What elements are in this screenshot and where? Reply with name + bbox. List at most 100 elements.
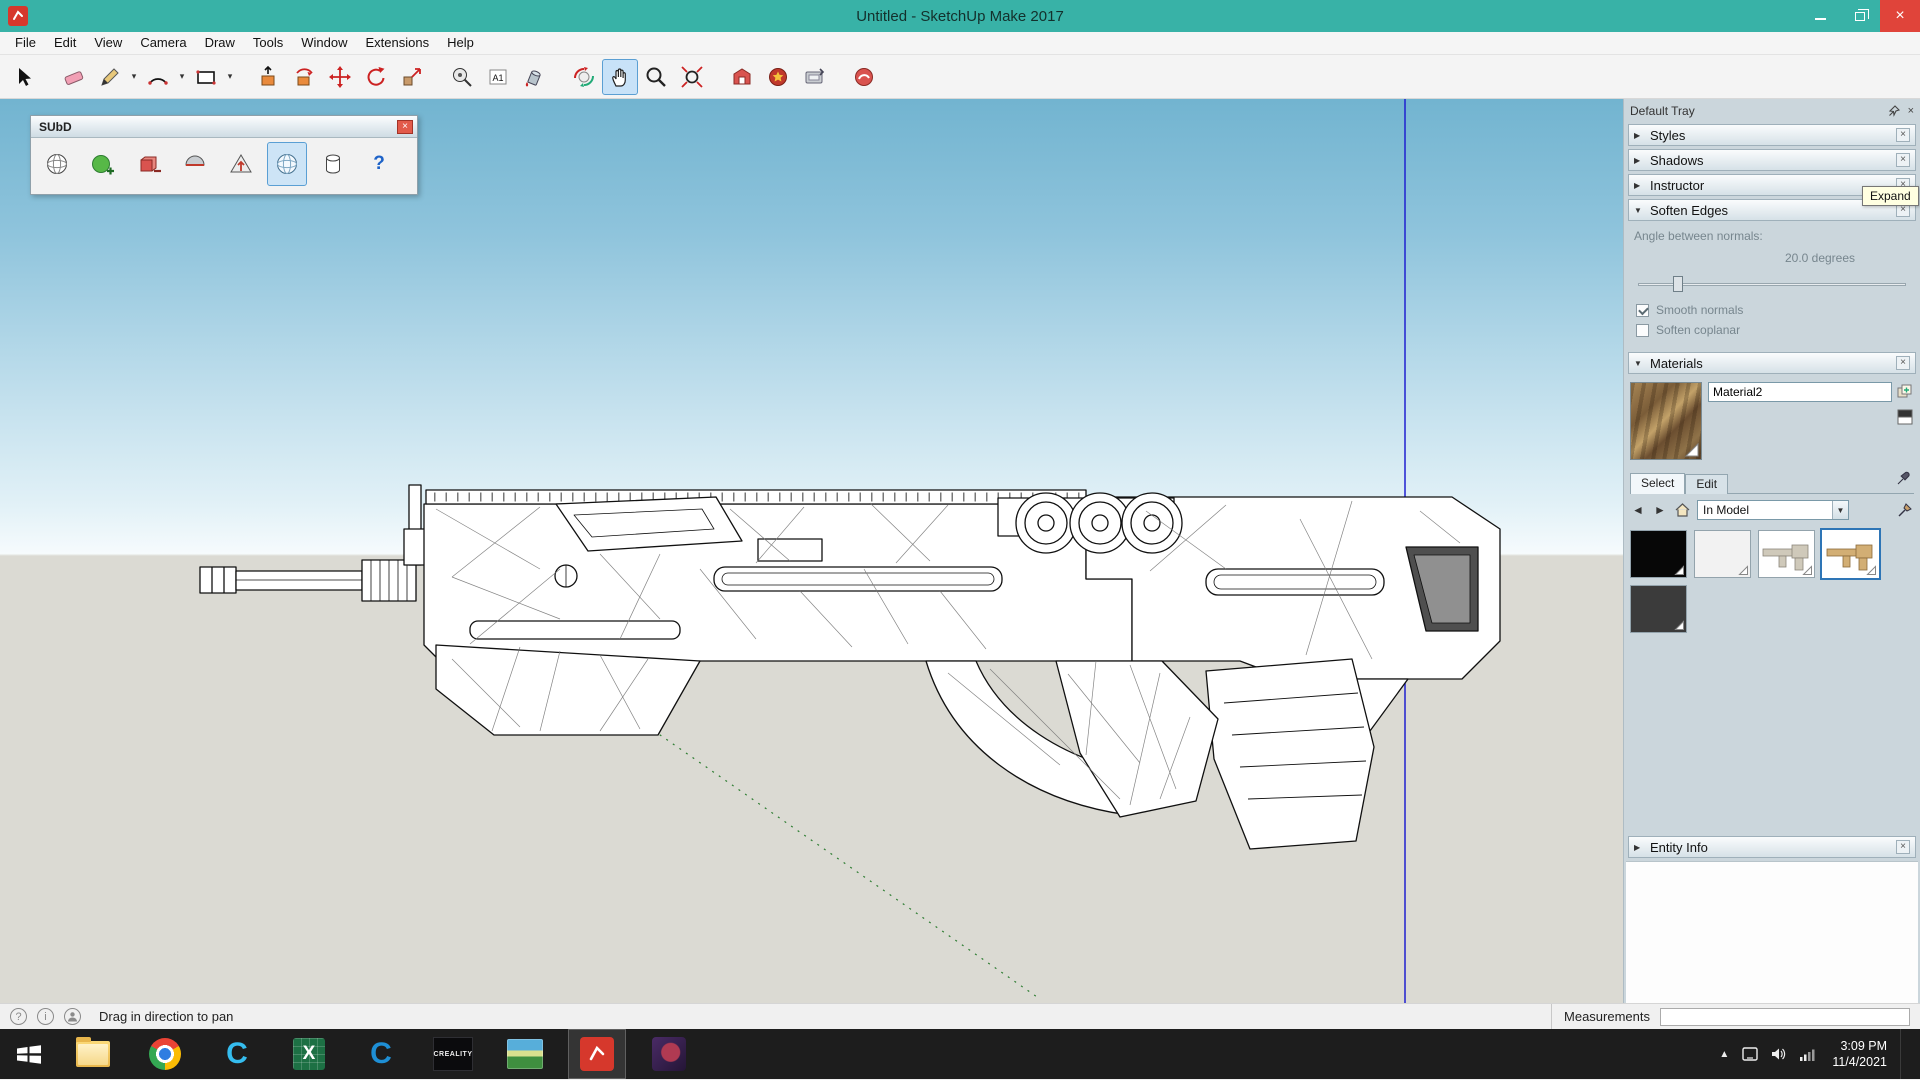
menu-edit[interactable]: Edit xyxy=(45,32,85,54)
line-tool-dropdown[interactable]: ▾ xyxy=(128,59,140,95)
home-button[interactable] xyxy=(1674,502,1691,518)
forward-arrow-button[interactable]: ► xyxy=(1652,503,1668,517)
half-subdivide-button[interactable] xyxy=(175,142,215,186)
push-pull-tool-button[interactable] xyxy=(250,59,286,95)
cura-task[interactable]: C xyxy=(208,1029,266,1079)
measurements-input[interactable] xyxy=(1660,1008,1910,1026)
collection-dropdown[interactable]: In Model ▼ xyxy=(1697,500,1849,520)
chitubox-task[interactable]: C xyxy=(352,1029,410,1079)
subd-titlebar[interactable]: SUbD × xyxy=(31,116,417,138)
material-preview[interactable] xyxy=(1630,382,1702,460)
model-canvas[interactable] xyxy=(0,99,1623,1003)
eyedropper-button[interactable] xyxy=(1890,471,1914,494)
toggle-subdivision-button[interactable] xyxy=(37,142,77,186)
show-desktop-button[interactable] xyxy=(1900,1029,1908,1079)
panel-styles[interactable]: ▶ Styles × xyxy=(1628,124,1916,146)
extension-warehouse-button[interactable] xyxy=(760,59,796,95)
orbit-tool-button[interactable] xyxy=(566,59,602,95)
sketchup-task[interactable] xyxy=(568,1029,626,1079)
sample-paint-button[interactable] xyxy=(1896,501,1914,519)
secondary-pane-toggle-button[interactable] xyxy=(1896,408,1914,426)
angle-slider[interactable] xyxy=(1638,275,1906,293)
tape-measure-tool-button[interactable] xyxy=(444,59,480,95)
slider-thumb[interactable] xyxy=(1673,276,1683,292)
panel-entity-info[interactable]: ▶ Entity Info × xyxy=(1628,836,1916,858)
taskbar-clock[interactable]: 3:09 PM 11/4/2021 xyxy=(1832,1038,1887,1071)
text-tool-button[interactable]: A1 xyxy=(480,59,516,95)
create-material-button[interactable] xyxy=(1896,383,1914,401)
scale-tool-button[interactable] xyxy=(394,59,430,95)
subd-help-button[interactable]: ? xyxy=(359,142,399,186)
select-tool-button[interactable] xyxy=(6,59,42,95)
arc-tool-button[interactable] xyxy=(140,59,176,95)
menu-extensions[interactable]: Extensions xyxy=(357,32,439,54)
panel-materials-close-button[interactable]: × xyxy=(1896,356,1910,370)
swatch-white[interactable] xyxy=(1694,530,1751,578)
3d-warehouse-button[interactable] xyxy=(724,59,760,95)
menu-window[interactable]: Window xyxy=(292,32,356,54)
menu-view[interactable]: View xyxy=(85,32,131,54)
tablet-icon[interactable] xyxy=(1742,1047,1758,1061)
menu-draw[interactable]: Draw xyxy=(196,32,244,54)
zoom-tool-button[interactable] xyxy=(638,59,674,95)
export-share-button[interactable] xyxy=(796,59,832,95)
info-status-icon[interactable]: i xyxy=(37,1008,54,1025)
paint-bucket-tool-button[interactable] xyxy=(516,59,552,95)
zoom-extents-button[interactable] xyxy=(674,59,710,95)
menu-help[interactable]: Help xyxy=(438,32,483,54)
chrome-task[interactable] xyxy=(136,1029,194,1079)
tray-title: Default Tray xyxy=(1630,104,1695,118)
minimize-button[interactable] xyxy=(1800,0,1840,32)
cylinder-primitive-button[interactable] xyxy=(313,142,353,186)
remove-subdivision-button[interactable] xyxy=(129,142,169,186)
menu-tools[interactable]: Tools xyxy=(244,32,292,54)
add-subdivision-button[interactable] xyxy=(83,142,123,186)
swatch-black[interactable] xyxy=(1630,530,1687,578)
start-button[interactable] xyxy=(0,1029,58,1079)
line-tool-button[interactable] xyxy=(92,59,128,95)
back-arrow-button[interactable]: ◄ xyxy=(1630,503,1646,517)
panel-styles-close-button[interactable]: × xyxy=(1896,128,1910,142)
soft-selection-button[interactable] xyxy=(267,142,307,186)
tab-select[interactable]: Select xyxy=(1630,473,1685,494)
creality-slicer-task[interactable]: CREALITY xyxy=(424,1029,482,1079)
move-tool-button[interactable] xyxy=(322,59,358,95)
eraser-tool-button[interactable] xyxy=(56,59,92,95)
subd-close-button[interactable]: × xyxy=(397,120,413,134)
viewport[interactable]: SUbD × xyxy=(0,99,1623,1003)
file-explorer-task[interactable] xyxy=(64,1029,122,1079)
panel-shadows-close-button[interactable]: × xyxy=(1896,153,1910,167)
excel-task[interactable]: X xyxy=(280,1029,338,1079)
menu-camera[interactable]: Camera xyxy=(131,32,195,54)
photos-task[interactable] xyxy=(640,1029,698,1079)
maximize-button[interactable] xyxy=(1840,0,1880,32)
tab-edit[interactable]: Edit xyxy=(1685,474,1728,494)
help-status-icon[interactable]: ? xyxy=(10,1008,27,1025)
pin-icon[interactable] xyxy=(1888,105,1900,117)
network-bars-icon[interactable] xyxy=(1799,1048,1815,1061)
photo-thumbnail-task[interactable] xyxy=(496,1029,554,1079)
panel-entity-close-button[interactable]: × xyxy=(1896,840,1910,854)
crease-tool-button[interactable] xyxy=(221,142,261,186)
account-status-icon[interactable] xyxy=(64,1008,81,1025)
tray-close-icon[interactable]: × xyxy=(1908,105,1914,117)
styles-plugin-button[interactable] xyxy=(846,59,882,95)
rectangle-tool-button[interactable] xyxy=(188,59,224,95)
arc-tool-dropdown[interactable]: ▾ xyxy=(176,59,188,95)
show-hidden-icons-button[interactable]: ▲ xyxy=(1719,1049,1729,1060)
rotate-tool-button[interactable] xyxy=(358,59,394,95)
soften-coplanar-checkbox[interactable] xyxy=(1636,324,1649,337)
swatch-dark-gray[interactable] xyxy=(1630,585,1687,633)
swatch-rifle-texture-2-selected[interactable] xyxy=(1822,530,1879,578)
swatch-rifle-texture-1[interactable] xyxy=(1758,530,1815,578)
menu-file[interactable]: File xyxy=(6,32,45,54)
volume-icon[interactable] xyxy=(1771,1047,1786,1061)
rectangle-tool-dropdown[interactable]: ▾ xyxy=(224,59,236,95)
panel-shadows[interactable]: ▶ Shadows × xyxy=(1628,149,1916,171)
pan-tool-button[interactable] xyxy=(602,59,638,95)
panel-materials[interactable]: ▼ Materials × xyxy=(1628,352,1916,374)
follow-me-tool-button[interactable] xyxy=(286,59,322,95)
close-button[interactable]: × xyxy=(1880,0,1920,32)
smooth-normals-checkbox[interactable] xyxy=(1636,304,1649,317)
material-name-input[interactable] xyxy=(1708,382,1892,402)
